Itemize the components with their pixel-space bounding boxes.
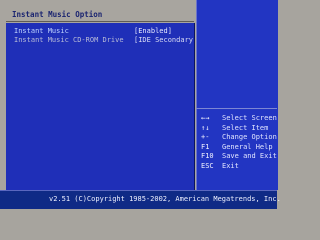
page-title: Instant Music Option [12, 10, 103, 19]
key-description: General Help [222, 142, 273, 151]
key-description: Change Option [222, 133, 277, 142]
key-help-item: F1 General Help [201, 143, 275, 153]
key-help-item: ↑↓ Select Item [201, 124, 275, 134]
key-label: ←→ [201, 114, 210, 122]
setting-label: Instant Music [14, 27, 69, 35]
key-help-item: ←→ Select Screen [201, 114, 277, 124]
title-divider [6, 21, 194, 22]
help-divider [196, 108, 277, 109]
key-label: ↑↓ [201, 123, 210, 132]
copyright-footer: v2.51 (C)Copyright 1985-2002, American M… [49, 195, 281, 203]
key-label: F10 [201, 152, 214, 161]
setting-value[interactable]: [IDE Secondary M] [134, 36, 206, 45]
setting-row-instant-music[interactable]: Instant Music [Enabled] [14, 27, 172, 36]
bios-screen: Instant Music Option Instant Music [Enab… [0, 0, 281, 209]
key-label: +- [201, 133, 210, 142]
settings-panel [6, 23, 195, 190]
key-help-list: ←→ Select Screen ↑↓ Select Item +- Chang… [201, 114, 277, 172]
key-label: ESC [201, 161, 214, 170]
key-description: Select Item [222, 123, 269, 132]
setting-label: Instant Music CD-ROM Drive [14, 36, 124, 44]
setting-value[interactable]: [Enabled] [134, 27, 172, 36]
key-help-item: +- Change Option [201, 133, 277, 143]
key-description: Exit [222, 161, 239, 170]
key-description: Select Screen [222, 114, 277, 122]
key-label: F1 [201, 142, 210, 151]
key-help-item: ESC Exit [201, 162, 275, 172]
key-description: Save and Exit [222, 152, 277, 161]
key-help-item: F10 Save and Exit [201, 152, 277, 162]
setting-row-cdrom-drive[interactable]: Instant Music CD-ROM Drive [IDE Secondar… [14, 36, 206, 45]
